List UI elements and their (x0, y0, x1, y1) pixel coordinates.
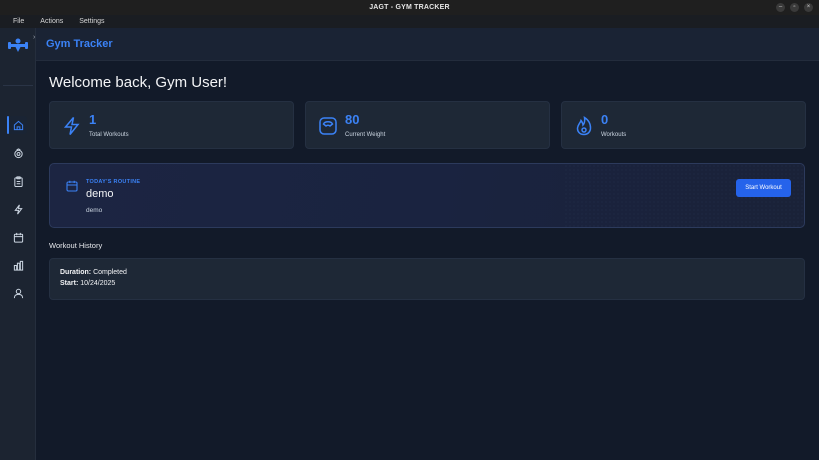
home-icon (13, 120, 23, 130)
welcome-heading: Welcome back, Gym User! (49, 74, 228, 91)
routine-name: demo (86, 188, 114, 200)
sidebar-item-workouts[interactable] (9, 200, 27, 218)
history-duration: Duration: Completed (60, 269, 127, 276)
lightning-icon (63, 117, 80, 135)
start-value: 10/24/2025 (80, 280, 116, 287)
app-header: Gym Tracker (36, 28, 819, 61)
sidebar-expand-button[interactable]: › (33, 34, 35, 41)
stat-card-total-workouts: 1 Total Workouts (49, 101, 294, 149)
main-content: Welcome back, Gym User! 1 Total Workouts… (36, 61, 819, 460)
clipboard-icon (13, 175, 23, 187)
scale-icon (319, 117, 337, 135)
menu-actions[interactable]: Actions (40, 18, 63, 25)
sidebar-item-routines[interactable] (9, 172, 27, 190)
workout-history-entry[interactable]: Duration: Completed Start: 10/24/2025 (49, 258, 805, 300)
stat-value: 1 (89, 112, 97, 127)
exercise-icon (13, 147, 23, 158)
routine-tag: TODAY'S ROUTINE (86, 179, 141, 185)
menu-settings[interactable]: Settings (79, 18, 104, 25)
sidebar: › (0, 28, 36, 460)
duration-label: Duration: (60, 269, 92, 276)
window-controls: – ▫ × (776, 3, 813, 12)
menu-file[interactable]: File (13, 18, 24, 25)
close-button[interactable]: × (804, 3, 813, 12)
menu-bar: File Actions Settings (0, 15, 819, 28)
stat-label: Current Weight (345, 132, 386, 138)
bar-chart-icon (13, 260, 23, 271)
maximize-button[interactable]: ▫ (790, 3, 799, 12)
stat-label: Total Workouts (89, 132, 129, 138)
sidebar-item-exercises[interactable] (9, 144, 27, 162)
window-titlebar: JAGT - GYM TRACKER – ▫ × (0, 0, 819, 15)
user-icon (13, 288, 23, 298)
lightning-icon (13, 204, 23, 214)
stat-value: 80 (345, 112, 360, 127)
flame-icon (576, 116, 592, 136)
history-start: Start: 10/24/2025 (60, 280, 115, 287)
sidebar-item-home[interactable] (7, 116, 27, 134)
app-title: Gym Tracker (46, 38, 113, 50)
sidebar-item-profile[interactable] (9, 284, 27, 302)
start-label: Start: (60, 280, 79, 287)
window-title: JAGT - GYM TRACKER (369, 4, 450, 11)
calendar-icon (66, 180, 78, 192)
workout-history-title: Workout History (49, 241, 103, 250)
todays-routine-card: TODAY'S ROUTINE demo demo Start Workout (49, 163, 805, 228)
gym-logo-icon (8, 38, 28, 52)
routine-description: demo (86, 207, 103, 214)
stat-label: Workouts (601, 132, 627, 138)
stat-card-workouts: 0 Workouts (561, 101, 806, 149)
duration-value: Completed (93, 269, 127, 276)
start-workout-button[interactable]: Start Workout (736, 179, 791, 197)
stat-value: 0 (601, 112, 609, 127)
sidebar-item-stats[interactable] (9, 256, 27, 274)
minimize-button[interactable]: – (776, 3, 785, 12)
calendar-icon (13, 232, 23, 243)
sidebar-divider (3, 85, 33, 86)
sidebar-item-calendar[interactable] (9, 228, 27, 246)
stat-card-current-weight: 80 Current Weight (305, 101, 550, 149)
